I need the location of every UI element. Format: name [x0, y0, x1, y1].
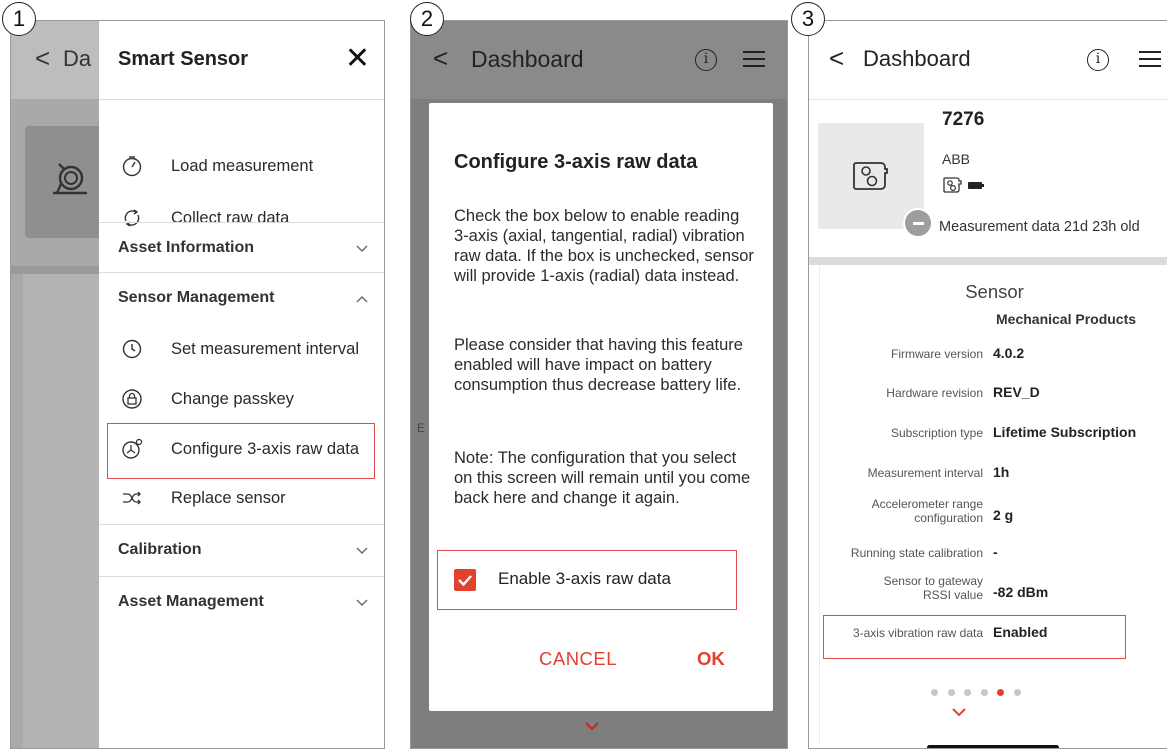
- gauge-icon: [121, 155, 143, 177]
- step-number-1: 1: [2, 2, 36, 36]
- row-value: 2 g: [993, 507, 1014, 523]
- asset-manufacturer: ABB: [942, 151, 971, 167]
- highlight-box: [823, 615, 1126, 659]
- home-indicator[interactable]: [927, 745, 1059, 748]
- menu-item-label: Load measurement: [171, 156, 314, 175]
- section-sensor-management[interactable]: Sensor Management: [99, 272, 384, 322]
- section-label: Asset Information: [118, 238, 255, 256]
- back-icon[interactable]: <: [433, 43, 448, 74]
- menu-item-load-measurement[interactable]: Load measurement: [99, 143, 384, 189]
- section-asset-information[interactable]: Asset Information: [99, 222, 384, 272]
- chevron-down-icon: [356, 542, 368, 558]
- row-value: -: [993, 544, 998, 560]
- page-title: Dashboard: [471, 46, 584, 72]
- page-dot[interactable]: [964, 689, 971, 696]
- asset-status-icons: [942, 176, 984, 194]
- chevron-down-icon: [356, 240, 368, 256]
- ok-button[interactable]: OK: [697, 648, 725, 670]
- motor-icon: [53, 163, 87, 195]
- section-label: Sensor Management: [118, 288, 275, 306]
- close-icon[interactable]: ✕: [345, 41, 370, 76]
- divider: [809, 99, 1167, 100]
- info-icon[interactable]: i: [1087, 49, 1109, 71]
- menu-item-set-measurement-interval[interactable]: Set measurement interval: [99, 326, 384, 372]
- page-indicator[interactable]: [931, 689, 1030, 696]
- page-dot-active[interactable]: [997, 689, 1004, 696]
- drawer-title: Smart Sensor: [118, 48, 249, 70]
- menu-icon[interactable]: [743, 51, 765, 72]
- panel-3-dashboard-screen: < Dashboard i 7276 ABB Measurement data …: [808, 20, 1167, 749]
- status-badge: [903, 208, 933, 238]
- section-label: Calibration: [118, 540, 202, 558]
- sensor-title: Sensor: [965, 281, 1024, 302]
- step-number-3: 3: [791, 2, 825, 36]
- menu-item-change-passkey[interactable]: Change passkey: [99, 376, 384, 422]
- menu-item-label: Replace sensor: [171, 488, 286, 507]
- page-dot[interactable]: [947, 689, 955, 696]
- dialog-paragraph-2: Please consider that having this feature…: [454, 336, 743, 394]
- checkbox-enable-3-axis[interactable]: [454, 569, 476, 591]
- checkmark-icon: [458, 575, 472, 587]
- chevron-down-icon: [356, 594, 368, 610]
- highlight-box: [107, 423, 375, 479]
- manufacturer-value: Mechanical Products: [996, 311, 1137, 327]
- section-calibration[interactable]: Calibration: [99, 524, 384, 574]
- panel-1-drawer-screen: < Da Smart Sensor ✕ Load measurement Col…: [10, 20, 385, 749]
- row-value: REV_D: [993, 384, 1040, 400]
- configure-dialog: Configure 3-axis raw data Check the box …: [429, 103, 773, 711]
- step-number-2: 2: [410, 2, 444, 36]
- cancel-button[interactable]: CANCEL: [539, 648, 617, 670]
- page-dot[interactable]: [931, 689, 938, 696]
- chevron-up-icon: [356, 290, 368, 306]
- row-label: Measurement interval: [867, 466, 983, 480]
- panel-2-dialog-screen: < Dashboard i E Configure 3-axis raw dat…: [410, 20, 788, 749]
- menu-item-label: Change passkey: [171, 389, 294, 408]
- dialog-paragraph-1: Check the box below to enable reading 3-…: [454, 207, 754, 285]
- chevron-down-icon[interactable]: [952, 704, 966, 722]
- battery-icon: [968, 181, 984, 189]
- background-title: Da: [63, 46, 92, 71]
- section-divider: [809, 257, 1167, 265]
- timer-icon: [121, 338, 143, 360]
- dialog-title: Configure 3-axis raw data: [454, 151, 698, 173]
- divider: [99, 99, 384, 100]
- row-label: Firmware version: [890, 347, 983, 361]
- dialog-paragraph-3: Note: The configuration that you select …: [454, 449, 751, 507]
- replace-icon: [121, 487, 143, 509]
- sensor-gear-icon: [853, 162, 888, 190]
- measurement-age: Measurement data 21d 23h old: [939, 219, 1140, 235]
- info-icon[interactable]: i: [695, 49, 717, 71]
- background-text: E: [417, 421, 426, 435]
- section-label: Asset Management: [118, 592, 264, 610]
- row-value: 4.0.2: [993, 345, 1025, 361]
- lock-icon: [121, 388, 143, 410]
- chevron-down-icon: [585, 715, 599, 736]
- menu-icon[interactable]: [1139, 51, 1161, 72]
- menu-item-replace-sensor[interactable]: Replace sensor: [99, 475, 384, 521]
- back-icon[interactable]: <: [829, 43, 844, 74]
- row-value: -82 dBm: [993, 584, 1049, 600]
- page-title: Dashboard: [863, 46, 971, 71]
- menu-item-label: Set measurement interval: [171, 339, 360, 358]
- row-value: Lifetime Subscription: [993, 424, 1137, 440]
- row-label: Subscription type: [890, 426, 983, 440]
- row-label: Running state calibration: [850, 546, 983, 560]
- page-dot[interactable]: [980, 689, 988, 696]
- sensor-icon: [943, 177, 962, 193]
- row-label: Sensor to gateway RSSI value: [883, 574, 983, 602]
- app-header: [411, 21, 787, 99]
- back-icon: <: [35, 43, 51, 73]
- section-asset-management[interactable]: Asset Management: [99, 576, 384, 626]
- row-value: 1h: [993, 464, 1010, 480]
- asset-id: 7276: [942, 109, 985, 130]
- row-label: Hardware revision: [886, 386, 983, 400]
- checkbox-label[interactable]: Enable 3-axis raw data: [498, 569, 671, 589]
- navigation-drawer: Smart Sensor ✕ Load measurement Collect …: [99, 21, 384, 748]
- page-dot[interactable]: [1013, 689, 1021, 696]
- row-label: Accelerometer range configuration: [871, 497, 983, 525]
